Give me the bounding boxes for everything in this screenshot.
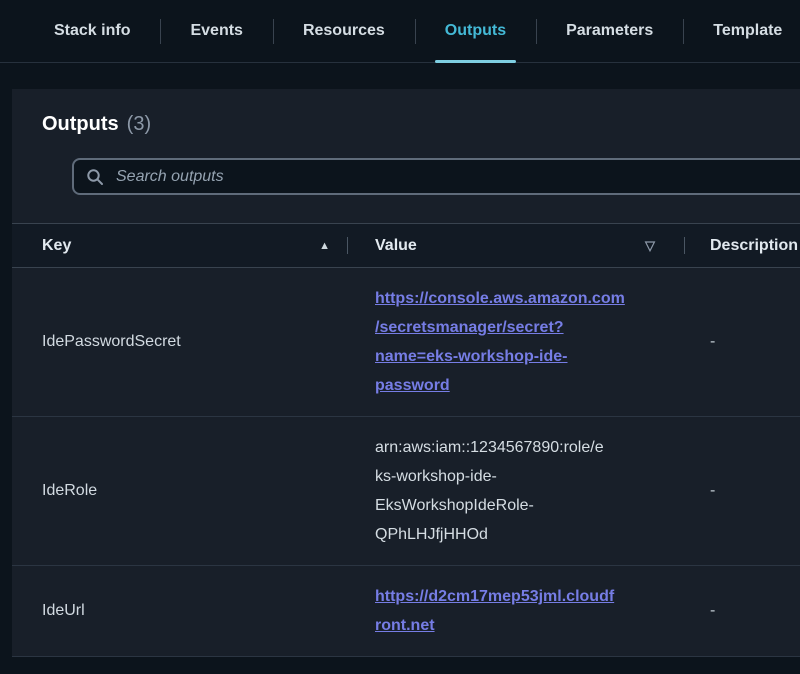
- panel-header: Outputs (3): [12, 89, 800, 195]
- output-value-text: arn:aws:iam::1234567890:role/e ks-worksh…: [375, 439, 604, 543]
- output-key: IdePasswordSecret: [42, 333, 348, 351]
- table-row: IdeRole arn:aws:iam::1234567890:role/e ks…: [12, 416, 800, 565]
- tab-bar: Stack infoEventsResourcesOutputsParamete…: [0, 0, 800, 63]
- column-label-key: Key: [42, 237, 71, 255]
- outputs-panel: Outputs (3) Key ▲ Value ▽ Description Id…: [12, 89, 800, 657]
- sort-ascending-icon[interactable]: ▲: [319, 240, 330, 252]
- column-header-key[interactable]: Key ▲: [42, 224, 348, 267]
- output-description: -: [685, 333, 800, 351]
- tab-resources[interactable]: Resources: [273, 0, 415, 62]
- outputs-title: Outputs: [42, 113, 119, 136]
- output-value-cell: arn:aws:iam::1234567890:role/e ks-worksh…: [348, 433, 685, 549]
- sort-down-icon[interactable]: ▽: [645, 238, 655, 254]
- tab-template[interactable]: Template: [683, 0, 800, 62]
- output-value-cell: https://d2cm17mep53jml.cloudf ront.net: [348, 582, 685, 640]
- tab-stack-info[interactable]: Stack info: [24, 0, 160, 62]
- tab-events[interactable]: Events: [160, 0, 272, 62]
- table-body: IdePasswordSecret https://console.aws.ama…: [12, 268, 800, 657]
- column-label-value: Value: [375, 237, 417, 255]
- output-key: IdeRole: [42, 482, 348, 500]
- tab-parameters[interactable]: Parameters: [536, 0, 683, 62]
- column-label-description: Description: [710, 237, 798, 255]
- search-icon: [86, 168, 104, 186]
- output-description: -: [685, 602, 800, 620]
- search-container: [72, 158, 800, 195]
- column-header-description[interactable]: Description: [685, 224, 800, 267]
- tab-outputs[interactable]: Outputs: [415, 0, 536, 62]
- output-value-cell: https://console.aws.amazon.com /secretsm…: [348, 284, 685, 400]
- table-row: IdePasswordSecret https://console.aws.ama…: [12, 268, 800, 416]
- outputs-count: (3): [127, 113, 151, 136]
- table-row: IdeUrl https://d2cm17mep53jml.cloudf ront…: [12, 565, 800, 656]
- output-description: -: [685, 482, 800, 500]
- table-header: Key ▲ Value ▽ Description: [12, 223, 800, 268]
- page-title: Outputs (3): [42, 113, 800, 136]
- output-value-link[interactable]: https://console.aws.amazon.com /secretsm…: [375, 290, 625, 394]
- column-header-value[interactable]: Value ▽: [348, 224, 685, 267]
- output-key: IdeUrl: [42, 602, 348, 620]
- output-value-link[interactable]: https://d2cm17mep53jml.cloudf ront.net: [375, 588, 614, 634]
- search-input[interactable]: [72, 158, 800, 195]
